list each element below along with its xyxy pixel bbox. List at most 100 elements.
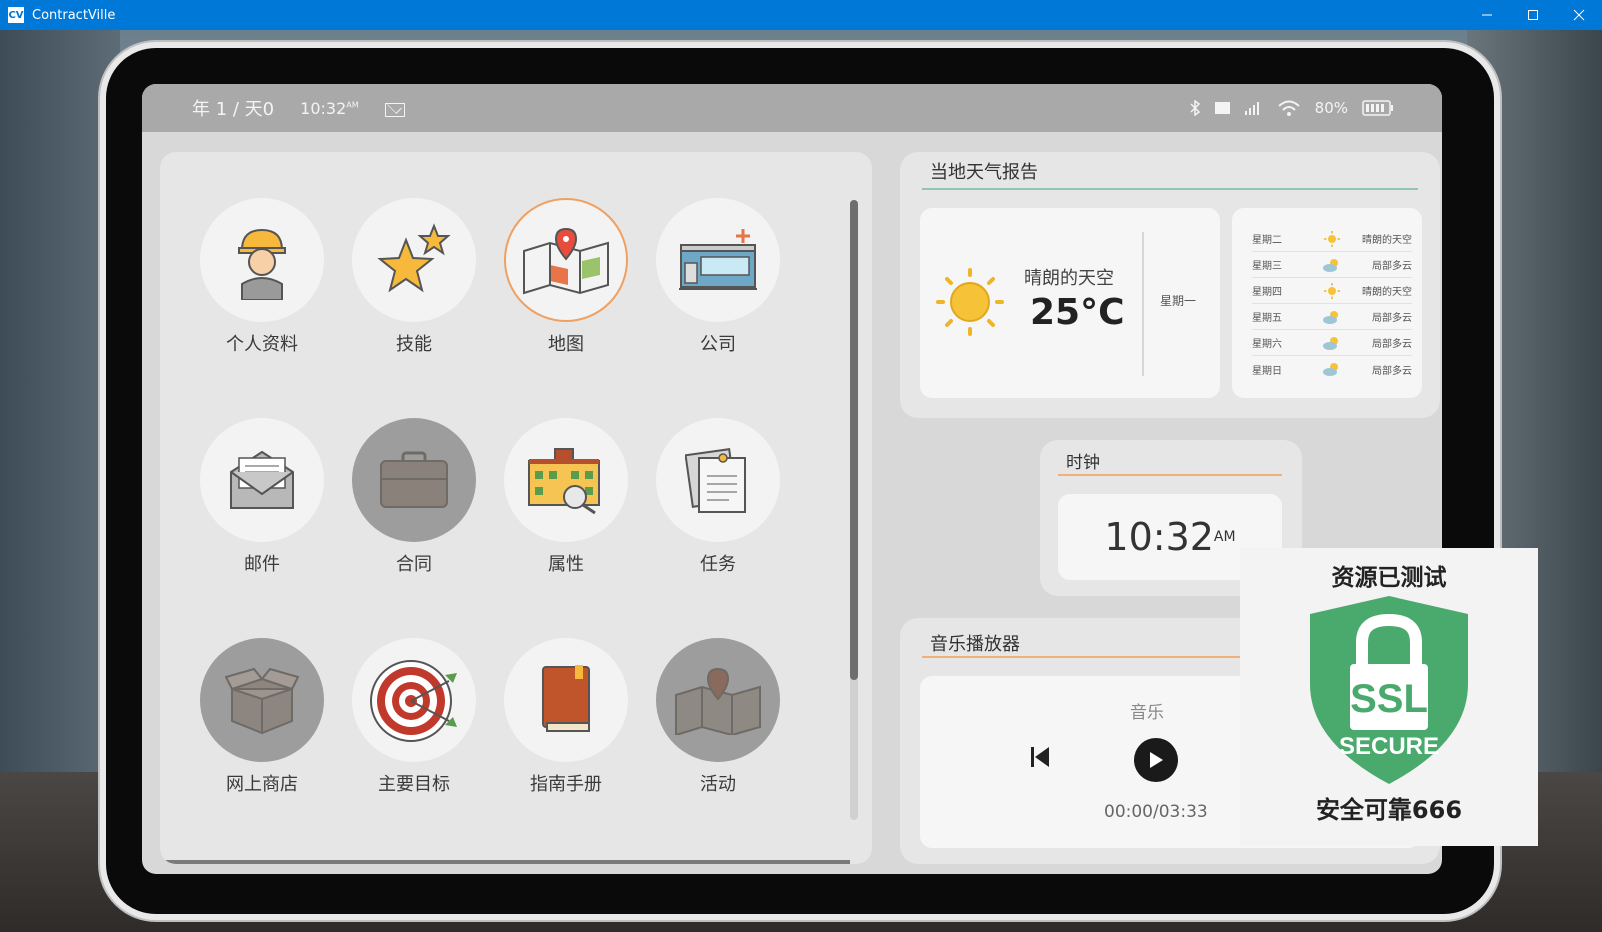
play-button[interactable]	[1134, 738, 1178, 782]
forecast-row: 星期二 晴朗的天空	[1252, 226, 1412, 252]
ssl-watermark-overlay: 资源已测试 SSL SECURE 安全可靠666	[1240, 548, 1538, 846]
app-label: 属性	[548, 554, 584, 575]
clock-title: 时钟	[1066, 453, 1100, 473]
ssl-shield-icon: SSL SECURE	[1310, 596, 1468, 784]
app-circle[interactable]	[504, 638, 628, 762]
forecast-day: 星期二	[1252, 235, 1282, 246]
app-circle[interactable]	[200, 638, 324, 762]
app-label: 个人资料	[226, 334, 298, 355]
app-activities[interactable]: 活动	[656, 638, 780, 858]
partly-cloudy-icon	[1312, 361, 1352, 377]
app-label: 活动	[700, 774, 736, 795]
app-circle[interactable]	[656, 638, 780, 762]
music-title: 音乐播放器	[930, 634, 1020, 655]
partly-cloudy-icon	[1312, 309, 1352, 325]
partly-cloudy-icon	[1312, 335, 1352, 351]
sim-card-icon	[1214, 101, 1231, 115]
app-label: 技能	[396, 334, 432, 355]
previous-track-icon[interactable]	[1030, 746, 1050, 772]
ssl-badge-line2: SECURE	[1339, 733, 1439, 760]
worker-icon	[238, 228, 286, 300]
app-circle[interactable]	[200, 418, 324, 542]
app-label: 指南手册	[530, 774, 602, 795]
app-label: 合同	[396, 554, 432, 575]
app-tasks[interactable]: 任务	[656, 418, 780, 638]
forecast-condition: 晴朗的天空	[1362, 287, 1412, 298]
star-icon	[377, 223, 451, 293]
map-pin-icon	[675, 667, 761, 735]
clock-title-rule	[1058, 474, 1282, 476]
tablet-statusbar: 年 1 / 天0 10:32AM 80%	[142, 84, 1442, 132]
wifi-icon	[1277, 99, 1301, 117]
statusbar-time: 10:32AM	[300, 98, 359, 118]
close-icon[interactable]	[1556, 0, 1602, 30]
property-search-icon	[528, 448, 600, 515]
sun-icon	[1312, 282, 1352, 299]
briefcase-icon	[380, 451, 448, 508]
sun-icon	[936, 268, 1004, 336]
apps-panel: 个人资料 技能 地图 公司 邮件 合同 属性 任务 网上商店 主要目标 指南手册…	[160, 152, 872, 864]
app-profile[interactable]: 个人资料	[200, 198, 324, 418]
forecast-row: 星期五 局部多云	[1252, 304, 1412, 330]
weather-panel: 当地天气报告 晴朗的天空 25°C 星期一 星期二 晴朗的天空 星期三 局部多云…	[900, 152, 1440, 418]
ssl-bottom-text: 安全可靠666	[1315, 796, 1463, 824]
forecast-row: 星期日 局部多云	[1252, 356, 1412, 382]
forecast-day: 星期五	[1252, 313, 1282, 324]
notes-icon	[685, 448, 746, 513]
game-date: 年 1 / 天0	[192, 99, 275, 120]
signal-bars-icon	[1244, 101, 1263, 115]
apps-scrollbar[interactable]	[850, 200, 858, 820]
music-progress: 00:00/03:33	[1104, 802, 1208, 822]
app-circle[interactable]	[504, 198, 628, 322]
map-icon	[523, 227, 609, 295]
app-shop[interactable]: 网上商店	[200, 638, 324, 858]
forecast-day: 星期三	[1252, 261, 1282, 272]
app-contracts[interactable]: 合同	[352, 418, 476, 638]
weather-title: 当地天气报告	[930, 162, 1038, 183]
app-circle[interactable]	[656, 418, 780, 542]
app-label: 任务	[700, 554, 736, 575]
battery-percent: 80%	[1314, 99, 1348, 117]
app-circle[interactable]	[200, 198, 324, 322]
app-label: 地图	[548, 334, 584, 355]
maximize-icon[interactable]	[1510, 0, 1556, 30]
window-titlebar: CV ContractVille	[0, 0, 1602, 30]
apps-bottom-bar	[160, 860, 850, 864]
forecast-condition: 局部多云	[1372, 365, 1412, 377]
weather-today-day: 星期一	[1160, 294, 1197, 308]
app-label: 公司	[700, 334, 736, 355]
weather-temperature: 25°C	[1030, 292, 1125, 333]
window-title: ContractVille	[32, 7, 116, 23]
app-mail[interactable]: 邮件	[200, 418, 324, 638]
app-label: 网上商店	[226, 774, 298, 795]
forecast-row: 星期六 局部多云	[1252, 330, 1412, 356]
app-circle[interactable]	[504, 418, 628, 542]
minimize-icon[interactable]	[1464, 0, 1510, 30]
app-circle[interactable]	[352, 198, 476, 322]
app-goals[interactable]: 主要目标	[352, 638, 476, 858]
music-track-name: 音乐	[1130, 703, 1164, 723]
forecast-condition: 局部多云	[1372, 313, 1412, 324]
mail-notification-icon[interactable]	[384, 103, 405, 117]
app-label: 邮件	[244, 554, 280, 575]
app-circle[interactable]	[352, 418, 476, 542]
bluetooth-icon	[1189, 100, 1201, 116]
forecast-condition: 晴朗的天空	[1362, 235, 1412, 246]
play-icon	[1150, 752, 1163, 768]
app-guide[interactable]: 指南手册	[504, 638, 628, 858]
clock-time: 10:32	[1104, 515, 1214, 559]
company-building-icon	[679, 229, 757, 290]
app-label: 主要目标	[378, 774, 450, 795]
ssl-badge-line1: SSL	[1350, 677, 1428, 721]
apps-scroll-thumb[interactable]	[850, 200, 858, 680]
app-properties[interactable]: 属性	[504, 418, 628, 638]
app-circle[interactable]	[656, 198, 780, 322]
ssl-top-text: 资源已测试	[1331, 565, 1447, 591]
sun-icon	[1312, 230, 1352, 247]
partly-cloudy-icon	[1312, 257, 1352, 273]
weather-divider	[1142, 232, 1144, 376]
app-skills[interactable]: 技能	[352, 198, 476, 418]
app-company[interactable]: 公司	[656, 198, 780, 418]
app-map[interactable]: 地图	[504, 198, 628, 418]
app-circle[interactable]	[352, 638, 476, 762]
